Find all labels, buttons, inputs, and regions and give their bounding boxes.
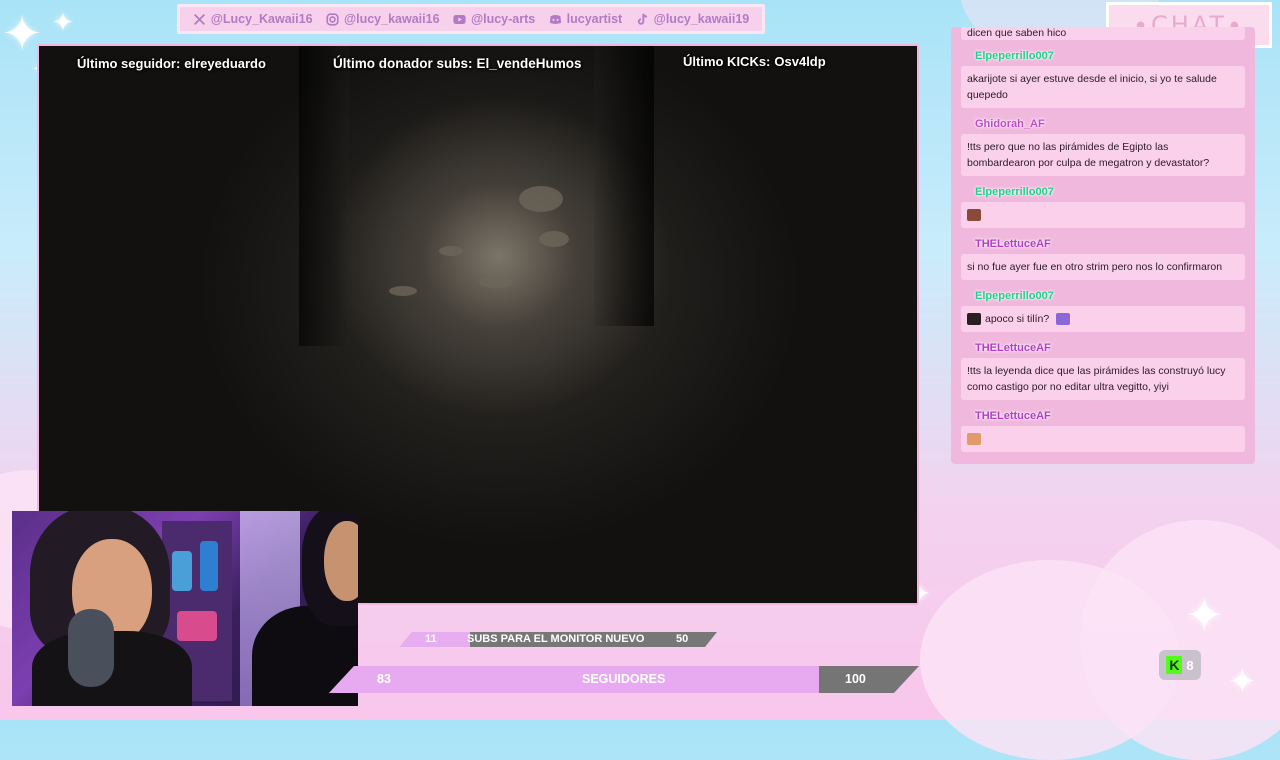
tiktok-icon xyxy=(637,13,647,25)
chat-message: THELettuceAF si no fue ayer fue en otro … xyxy=(961,234,1245,280)
rock xyxy=(389,286,417,296)
social-links-bar: @Lucy_Kawaii16 @lucy_kawaii16 @lucy-arts… xyxy=(177,4,765,34)
youtube-icon xyxy=(453,14,466,24)
chat-message-text: !tts la leyenda dice que las pirámides l… xyxy=(961,358,1245,400)
last-follower-label: Último seguidor: elreyeduardo xyxy=(77,56,266,71)
rock xyxy=(439,246,463,256)
subs-goal-bar: 11 SUBS PARA EL MONITOR NUEVO 50 xyxy=(400,632,717,647)
rock xyxy=(479,276,513,288)
chat-username[interactable]: Elpeperrillo007 xyxy=(975,290,1054,302)
subs-goal-target: 50 xyxy=(676,633,689,645)
sparkle-icon: ✦ xyxy=(52,8,74,38)
chat-message: Elpeperrillo007 xyxy=(961,182,1245,228)
cave-wall xyxy=(594,46,654,326)
chat-message-text: !tts pero que no las pirámides de Egipto… xyxy=(961,134,1245,176)
followers-label: SEGUIDORES xyxy=(582,672,666,686)
emote-icon xyxy=(967,433,981,446)
social-link-x[interactable]: @Lucy_Kawaii16 xyxy=(193,12,313,26)
chat-message-text: apoco si tilín? xyxy=(961,306,1245,332)
kick-logo-icon: K xyxy=(1166,656,1183,674)
discord-icon xyxy=(549,14,561,24)
last-kicks-label: Último KICKs: Osv4ldp xyxy=(683,54,826,69)
social-handle: lucyartist xyxy=(566,12,623,26)
kick-viewers-badge: K 8 xyxy=(1159,650,1201,680)
chat-username[interactable]: Elpeperrillo007 xyxy=(975,50,1054,62)
chat-message-text: si no fue ayer fue en otro strim pero no… xyxy=(961,254,1245,280)
chat-message: THELettuceAF !tts la leyenda dice que la… xyxy=(961,338,1245,400)
chat-message-text xyxy=(961,202,1245,228)
social-handle: @lucy_kawaii19 xyxy=(653,12,750,26)
followers-goal-fill xyxy=(329,666,819,693)
social-handle: @Lucy_Kawaii16 xyxy=(210,12,313,26)
subs-goal-label: SUBS PARA EL MONITOR NUEVO xyxy=(467,633,645,645)
last-donor-label: Último donador subs: El_vendeHumos xyxy=(333,56,582,71)
social-link-instagram[interactable]: @lucy_kawaii16 xyxy=(326,12,440,26)
social-link-youtube[interactable]: @lucy-arts xyxy=(453,12,535,26)
sparkle-icon: ✦ xyxy=(1228,662,1257,702)
chat-message-text xyxy=(961,426,1245,452)
chat-message: Elpeperrillo007 akarijote si ayer estuve… xyxy=(961,46,1245,108)
chat-message-list: dicen que saben hico Elpeperrillo007 aka… xyxy=(951,27,1255,452)
chat-message: THELettuceAF xyxy=(961,406,1245,452)
sparkle-icon: ✦ xyxy=(1185,588,1224,642)
chat-username[interactable]: Ghidorah_AF xyxy=(975,118,1045,130)
webcam-toy xyxy=(172,551,192,591)
emote-icon xyxy=(967,313,981,326)
webcam-toy xyxy=(200,541,218,591)
webcam-feed xyxy=(12,511,358,706)
social-link-discord[interactable]: lucyartist xyxy=(549,12,623,26)
chat-username[interactable]: THELettuceAF xyxy=(975,238,1051,250)
social-handle: @lucy_kawaii16 xyxy=(343,12,440,26)
subs-goal-current: 11 xyxy=(425,633,437,645)
social-handle: @lucy-arts xyxy=(470,12,536,26)
followers-target: 100 xyxy=(845,672,866,686)
chat-panel[interactable]: dicen que saben hico Elpeperrillo007 aka… xyxy=(951,27,1255,464)
microphone-icon xyxy=(68,609,114,687)
chat-username[interactable]: Elpeperrillo007 xyxy=(975,186,1054,198)
x-icon xyxy=(193,13,205,25)
chat-message: Ghidorah_AF !tts pero que no las pirámid… xyxy=(961,114,1245,176)
chat-message-text: akarijote si ayer estuve desde el inicio… xyxy=(961,66,1245,108)
social-link-tiktok[interactable]: @lucy_kawaii19 xyxy=(636,12,750,26)
guest-face xyxy=(324,521,358,601)
chat-username[interactable]: THELettuceAF xyxy=(975,342,1051,354)
instagram-icon xyxy=(326,12,339,26)
webcam-toy xyxy=(177,611,217,641)
chat-message-cut: dicen que saben hico xyxy=(961,27,1245,40)
rock xyxy=(539,231,569,247)
kick-viewer-count: 8 xyxy=(1186,657,1194,673)
rock xyxy=(519,186,563,212)
chat-message: Elpeperrillo007 apoco si tilín? xyxy=(961,286,1245,332)
emote-icon xyxy=(967,209,981,222)
emote-icon xyxy=(1056,313,1071,326)
followers-current: 83 xyxy=(377,672,391,686)
cave-wall xyxy=(299,46,349,346)
followers-goal-bar: 83 SEGUIDORES 100 xyxy=(329,666,919,693)
chat-username[interactable]: THELettuceAF xyxy=(975,410,1051,422)
